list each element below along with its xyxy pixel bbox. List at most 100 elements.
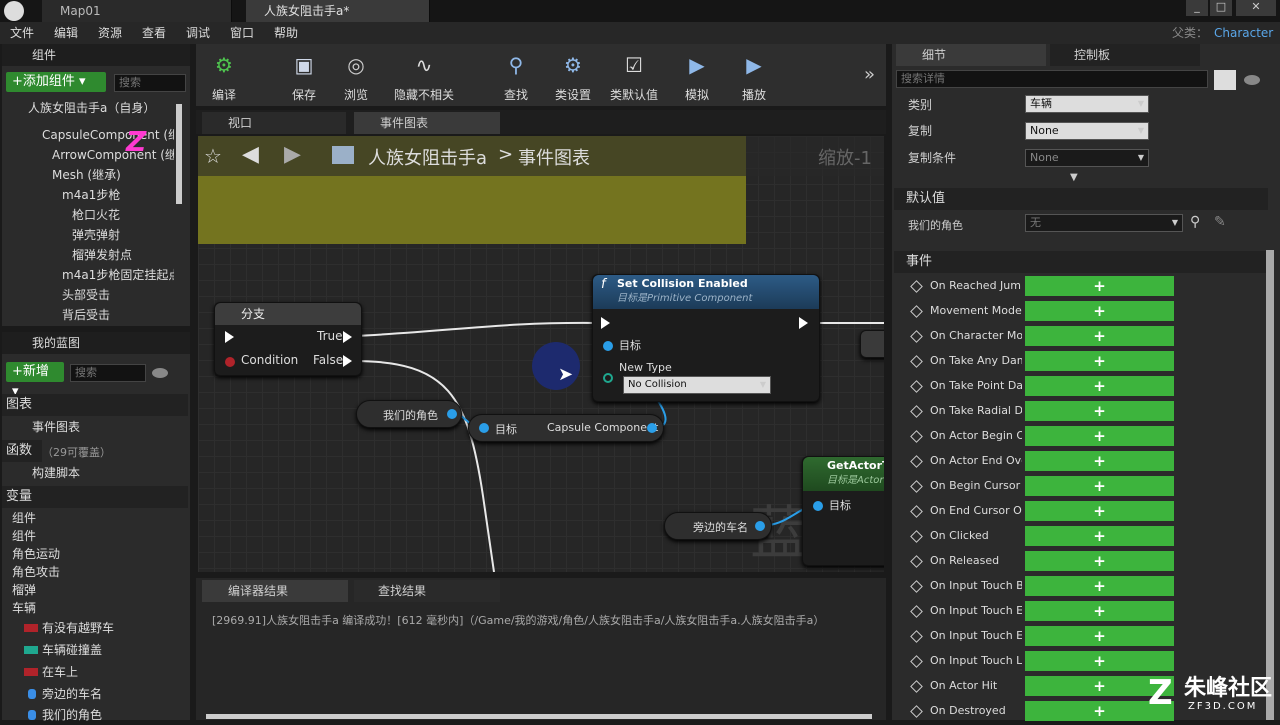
new-button[interactable]: +新增 ▾ bbox=[6, 362, 64, 399]
components-search-input[interactable] bbox=[114, 74, 186, 92]
section-graphs[interactable]: 图表 bbox=[2, 394, 188, 416]
add-event-button[interactable]: + bbox=[1025, 626, 1174, 646]
add-event-button[interactable]: + bbox=[1025, 426, 1174, 446]
component-back-hit[interactable]: 背后受击 bbox=[46, 305, 174, 325]
details-eye-icon[interactable] bbox=[1244, 75, 1260, 85]
event-graph-item[interactable]: 事件图表 bbox=[14, 417, 184, 437]
capsule-target-pin[interactable] bbox=[479, 423, 489, 433]
details-scrollbar[interactable] bbox=[1266, 250, 1274, 720]
var-category-6[interactable]: 车辆 bbox=[12, 598, 182, 618]
section-events[interactable]: 事件 bbox=[894, 251, 1268, 273]
blueprint-search-input[interactable] bbox=[70, 364, 146, 382]
our-role-property-dropdown[interactable]: 无 bbox=[1025, 214, 1183, 232]
browse-button[interactable]: ◎ 浏览 bbox=[332, 46, 380, 104]
tab-blueprint[interactable]: 人族女阻击手a* bbox=[246, 0, 430, 22]
add-component-button[interactable]: +添加组件 ▾ bbox=[6, 72, 106, 92]
maximize-button[interactable]: □ bbox=[1210, 0, 1232, 16]
collision-type-dropdown[interactable]: No Collision bbox=[623, 376, 771, 394]
var-category-2[interactable]: 组件 bbox=[12, 526, 182, 546]
var-item-2[interactable]: 车辆碰撞盖 bbox=[42, 640, 170, 660]
play-button[interactable]: ▶ 播放 bbox=[730, 46, 778, 104]
menu-file[interactable]: 文件 bbox=[10, 22, 34, 44]
capsule-getter-node[interactable]: 目标 Capsule Component bbox=[468, 414, 664, 442]
component-m4a1[interactable]: m4a1步枪 bbox=[40, 185, 174, 205]
add-event-button[interactable]: + bbox=[1025, 651, 1174, 671]
component-grenade-point[interactable]: 榴弹发射点 bbox=[56, 245, 174, 265]
menu-help[interactable]: 帮助 bbox=[274, 22, 298, 44]
property-matrix-icon[interactable] bbox=[1214, 70, 1236, 90]
parent-class-link[interactable]: Character bbox=[1214, 22, 1273, 44]
pick-actor-icon[interactable]: ✎ bbox=[1214, 214, 1226, 230]
class-settings-button[interactable]: ⚙ 类设置 bbox=[548, 46, 598, 104]
component-arrow[interactable]: ArrowComponent (继承) bbox=[30, 145, 174, 165]
branch-condition-pin[interactable] bbox=[225, 357, 235, 367]
set-collision-exec-in-pin[interactable] bbox=[601, 317, 610, 329]
var-item-4[interactable]: 旁边的车名 bbox=[42, 684, 170, 704]
branch-node[interactable]: 分支 True Condition False bbox=[214, 302, 362, 376]
side-car-getter-pin[interactable] bbox=[755, 521, 765, 531]
add-event-button[interactable]: + bbox=[1025, 301, 1174, 321]
tab-palette[interactable]: 控制板 bbox=[1050, 44, 1200, 66]
tab-find-results[interactable]: 查找结果 bbox=[354, 580, 500, 602]
add-event-button[interactable]: + bbox=[1025, 501, 1174, 521]
minimize-button[interactable]: _ bbox=[1186, 0, 1208, 16]
browse-asset-icon[interactable]: ⚲ bbox=[1190, 214, 1200, 230]
set-collision-node[interactable]: Set Collision Enabled 目标是Primitive Compo… bbox=[592, 274, 820, 402]
set-collision-newtype-pin[interactable] bbox=[603, 373, 613, 383]
component-capsule[interactable]: CapsuleComponent (继承) bbox=[18, 125, 174, 145]
tab-details[interactable]: 细节 bbox=[896, 44, 1046, 66]
var-category-5[interactable]: 榴弹 bbox=[12, 580, 182, 600]
replicate-dropdown[interactable]: None bbox=[1025, 122, 1149, 140]
component-mesh[interactable]: Mesh (继承) bbox=[28, 165, 174, 185]
section-variables[interactable]: 变量 bbox=[2, 486, 188, 508]
component-muzzle[interactable]: 枪口火花 bbox=[56, 205, 174, 225]
section-default[interactable]: 默认值 bbox=[894, 188, 1268, 210]
component-self[interactable]: 人族女阻击手a（自身） bbox=[10, 98, 180, 118]
partial-node-right[interactable] bbox=[860, 330, 884, 358]
tab-map01[interactable]: Map01 bbox=[42, 0, 232, 22]
branch-false-pin[interactable] bbox=[343, 355, 352, 367]
save-button[interactable]: ▣ 保存 bbox=[280, 46, 328, 104]
menu-asset[interactable]: 资源 bbox=[98, 22, 122, 44]
find-button[interactable]: ⚲ 查找 bbox=[492, 46, 540, 104]
menu-edit[interactable]: 编辑 bbox=[54, 22, 78, 44]
hide-unrelated-button[interactable]: ∿ 隐藏不相关 bbox=[390, 46, 458, 104]
graph-canvas[interactable]: ☆ ◀ ▶ 人族女阻击手a > 事件图表 缩放-1 蓝图 分支 True Con… bbox=[198, 136, 884, 572]
tab-viewport[interactable]: 视口 bbox=[202, 112, 346, 134]
add-event-button[interactable]: + bbox=[1025, 576, 1174, 596]
var-item-1[interactable]: 有没有越野车 bbox=[42, 618, 170, 638]
get-actor-target-pin[interactable] bbox=[813, 501, 823, 511]
visibility-eye-icon[interactable] bbox=[152, 368, 168, 378]
construct-script-item[interactable]: 构建脚本 bbox=[14, 463, 184, 483]
component-m4a1-mount[interactable]: m4a1步枪固定挂起点 bbox=[46, 265, 174, 285]
add-event-button[interactable]: + bbox=[1025, 526, 1174, 546]
var-category-3[interactable]: 角色运动 bbox=[12, 544, 182, 564]
set-collision-exec-out-pin[interactable] bbox=[799, 317, 808, 329]
tab-compiler-results[interactable]: 编译器结果 bbox=[202, 580, 348, 602]
branch-exec-in-pin[interactable] bbox=[225, 331, 234, 343]
replicate-cond-dropdown[interactable]: None bbox=[1025, 149, 1149, 167]
side-car-getter-node[interactable]: 旁边的车名 bbox=[664, 512, 772, 540]
compile-button[interactable]: ⚙ 编译 bbox=[200, 46, 248, 104]
expand-chevron-icon[interactable]: ▼ bbox=[1070, 172, 1078, 183]
var-item-3[interactable]: 在车上 bbox=[42, 662, 170, 682]
add-event-button[interactable]: + bbox=[1025, 376, 1174, 396]
menu-view[interactable]: 查看 bbox=[142, 22, 166, 44]
component-head-hit[interactable]: 头部受击 bbox=[46, 285, 174, 305]
set-collision-target-pin[interactable] bbox=[603, 341, 613, 351]
tab-event-graph[interactable]: 事件图表 bbox=[354, 112, 500, 134]
category-dropdown[interactable]: 车辆 bbox=[1025, 95, 1149, 113]
add-event-button[interactable]: + bbox=[1025, 551, 1174, 571]
section-functions[interactable]: 函数 bbox=[2, 440, 42, 462]
close-button[interactable]: ✕ bbox=[1236, 0, 1276, 16]
get-actor-node[interactable]: GetActorTr 目标是Actor 目标 bbox=[802, 456, 884, 566]
our-role-getter-pin[interactable] bbox=[447, 409, 457, 419]
details-search-input[interactable] bbox=[896, 70, 1208, 88]
add-event-button[interactable]: + bbox=[1025, 276, 1174, 296]
component-scrollbar[interactable] bbox=[176, 104, 182, 204]
add-event-button[interactable]: + bbox=[1025, 451, 1174, 471]
var-item-5[interactable]: 我们的角色 bbox=[42, 705, 170, 725]
menu-debug[interactable]: 调试 bbox=[186, 22, 210, 44]
menu-window[interactable]: 窗口 bbox=[230, 22, 254, 44]
add-event-button[interactable]: + bbox=[1025, 476, 1174, 496]
